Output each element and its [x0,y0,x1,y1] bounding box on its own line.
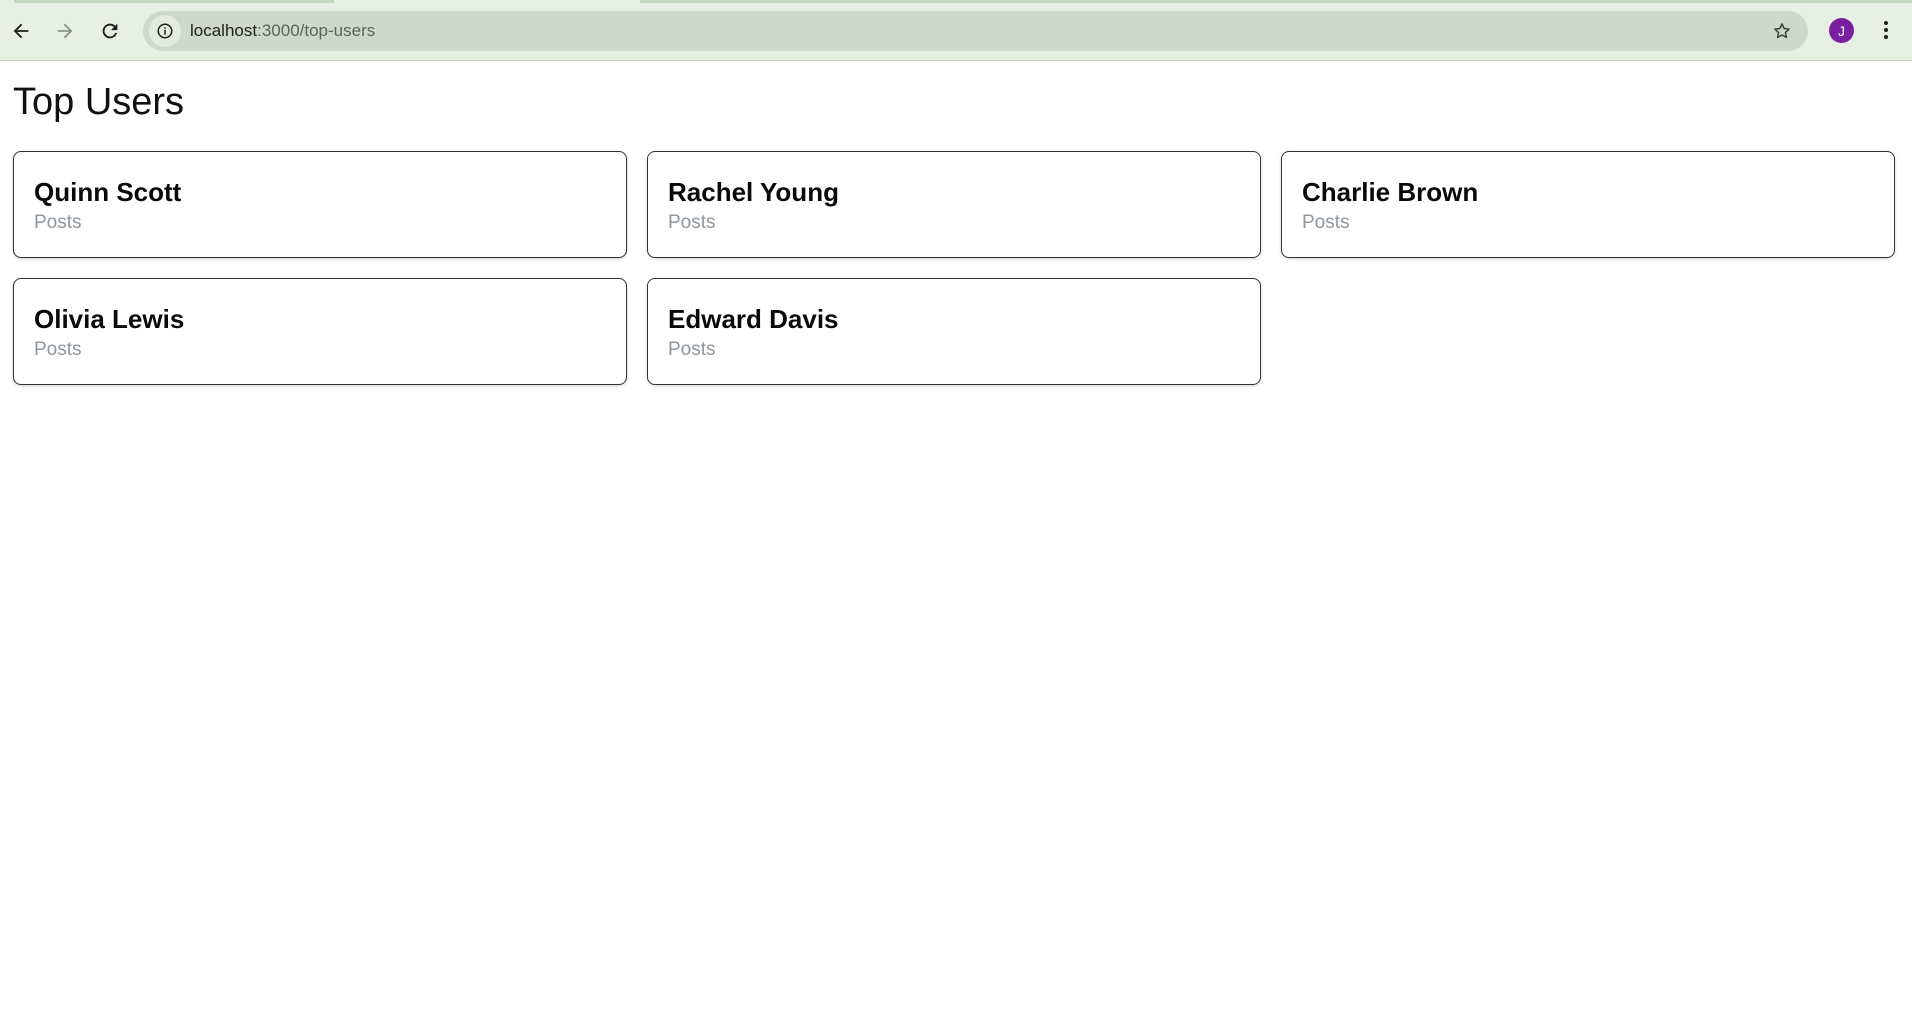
user-name: Charlie Brown [1302,177,1479,207]
info-icon [157,23,173,39]
address-bar[interactable]: localhost:3000/top-users [143,11,1808,51]
back-button[interactable] [3,13,39,49]
url-text[interactable]: localhost:3000/top-users [190,21,375,41]
reload-button[interactable] [92,13,128,49]
arrow-right-icon [57,23,73,39]
reload-icon [102,23,118,39]
user-posts-label: Posts [1302,212,1350,233]
user-name: Quinn Scott [34,177,182,207]
browser-toolbar: localhost:3000/top-users J [0,0,1912,61]
browser-menu-button[interactable] [1872,15,1900,45]
page-title: Top Users [13,81,185,123]
tab-strip-edge [14,0,334,3]
url-path: :3000/top-users [257,21,376,40]
star-icon [1774,23,1790,39]
site-info-button[interactable] [149,15,181,47]
user-name: Olivia Lewis [34,304,185,334]
user-name: Edward Davis [668,304,839,334]
url-host: localhost [190,21,258,40]
user-posts-label: Posts [34,212,82,233]
bookmark-button[interactable] [1768,17,1796,45]
user-card[interactable]: Olivia Lewis Posts [13,278,627,385]
page-content: Top Users Quinn Scott Posts Rachel Young… [0,61,1912,1012]
profile-avatar[interactable]: J [1829,18,1854,43]
user-posts-label: Posts [34,339,82,360]
user-card[interactable]: Edward Davis Posts [647,278,1261,385]
forward-button[interactable] [47,13,83,49]
user-card-grid: Quinn Scott Posts Rachel Young Posts Cha… [13,151,1895,385]
tab-strip-edge [640,0,1912,3]
user-card[interactable]: Quinn Scott Posts [13,151,627,258]
arrow-left-icon [13,23,29,39]
user-card[interactable]: Charlie Brown Posts [1281,151,1895,258]
user-card[interactable]: Rachel Young Posts [647,151,1261,258]
user-posts-label: Posts [668,339,716,360]
user-name: Rachel Young [668,177,839,207]
user-posts-label: Posts [668,212,716,233]
vertical-dots-icon [1884,21,1888,39]
